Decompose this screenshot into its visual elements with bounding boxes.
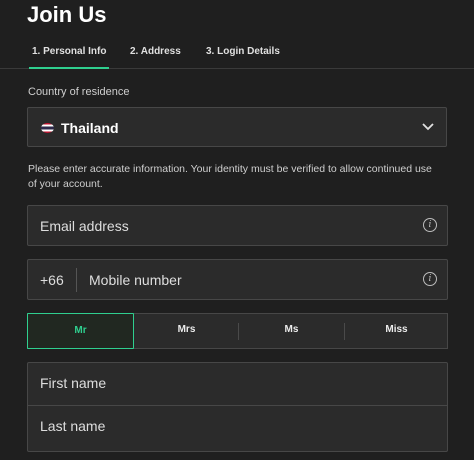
email-placeholder: Email address bbox=[40, 218, 129, 234]
info-icon[interactable]: i bbox=[423, 218, 437, 232]
thailand-flag-icon bbox=[41, 123, 54, 133]
salutation-mrs-button[interactable]: Mrs bbox=[134, 313, 239, 349]
name-fields: First name Last name bbox=[27, 362, 448, 452]
country-value: Thailand bbox=[61, 120, 119, 136]
page-title: Join Us bbox=[27, 2, 107, 27]
mobile-field[interactable]: +66 Mobile number i bbox=[27, 259, 448, 300]
tab-login-details[interactable]: 3. Login Details bbox=[206, 46, 280, 57]
salutation-miss-button[interactable]: Miss bbox=[345, 313, 448, 349]
mobile-placeholder: Mobile number bbox=[89, 272, 182, 288]
country-label: Country of residence bbox=[28, 86, 130, 98]
salutation-mr-button[interactable]: Mr bbox=[27, 313, 134, 349]
salutation-ms-button[interactable]: Ms bbox=[239, 313, 344, 349]
country-select[interactable]: Thailand bbox=[27, 107, 447, 147]
email-field[interactable]: Email address i bbox=[27, 205, 448, 246]
last-name-placeholder: Last name bbox=[40, 418, 106, 434]
info-icon[interactable]: i bbox=[423, 272, 437, 286]
chevron-down-icon bbox=[422, 123, 434, 131]
step-tabs: 1. Personal Info 2. Address 3. Login Det… bbox=[0, 40, 474, 69]
last-name-field[interactable]: Last name bbox=[28, 405, 447, 448]
salutation-selector: Mr Mrs Ms Miss bbox=[27, 313, 448, 349]
prefix-divider bbox=[76, 268, 77, 292]
first-name-placeholder: First name bbox=[40, 375, 107, 391]
verification-notice: Please enter accurate information. Your … bbox=[28, 163, 432, 190]
first-name-field[interactable]: First name bbox=[28, 363, 447, 405]
tab-address[interactable]: 2. Address bbox=[130, 46, 181, 57]
country-code-prefix: +66 bbox=[40, 272, 64, 288]
tab-personal-info[interactable]: 1. Personal Info bbox=[28, 46, 110, 69]
